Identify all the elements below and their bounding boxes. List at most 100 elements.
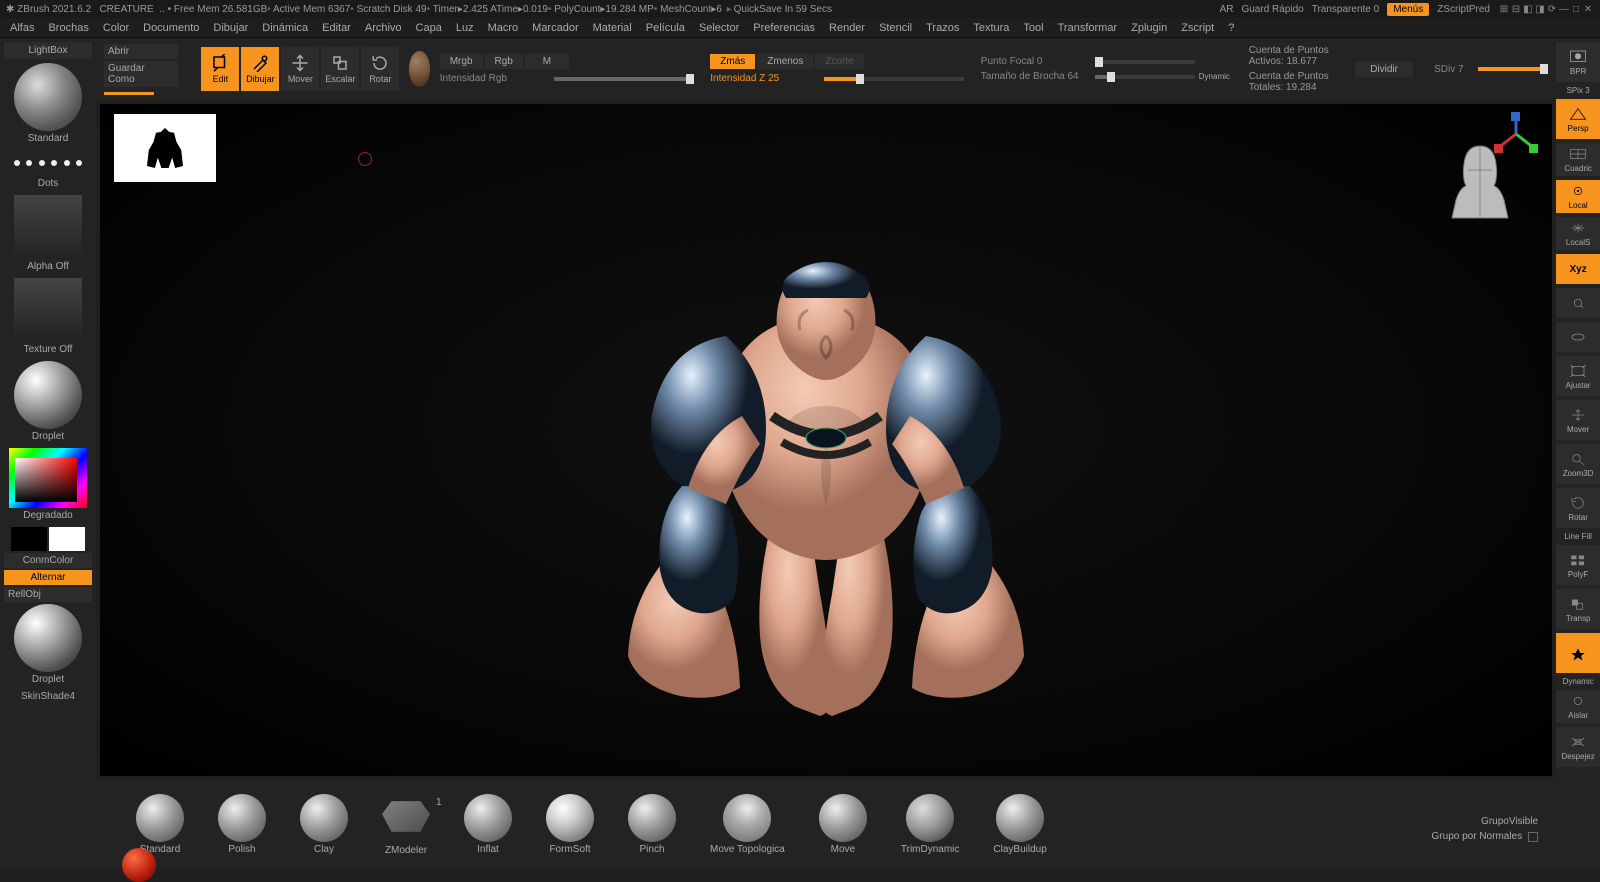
menu-luz[interactable]: Luz xyxy=(456,22,474,34)
transparente-button[interactable]: Transparente 0 xyxy=(1312,4,1379,15)
material-droplet-thumb[interactable] xyxy=(14,361,82,429)
grupo-normales-button[interactable]: Grupo por Normales xyxy=(1432,831,1523,842)
menu-trazos[interactable]: Trazos xyxy=(926,22,959,34)
menu-macro[interactable]: Macro xyxy=(488,22,519,34)
reference-thumb[interactable] xyxy=(114,114,216,182)
brush-move[interactable]: Move xyxy=(819,794,867,855)
color-swatches[interactable] xyxy=(11,527,85,551)
draw-mode-button[interactable]: Dibujar xyxy=(241,47,279,91)
rellobj-button[interactable]: RellObj xyxy=(4,587,92,602)
menu-preferencias[interactable]: Preferencias xyxy=(753,22,815,34)
sdiv-slider[interactable] xyxy=(1478,67,1548,71)
spin-button[interactable] xyxy=(1556,322,1600,352)
focal-slider[interactable] xyxy=(1095,60,1195,64)
zadd-button[interactable]: Zmás xyxy=(710,54,755,69)
alternar-button[interactable]: Alternar xyxy=(4,570,92,585)
menu-brochas[interactable]: Brochas xyxy=(48,22,88,34)
zcut-button[interactable]: Zcorte xyxy=(815,54,863,69)
open-button[interactable]: Abrir xyxy=(104,44,178,59)
color-picker[interactable] xyxy=(9,448,87,508)
menu-alfas[interactable]: Alfas xyxy=(10,22,34,34)
menu-dibujar[interactable]: Dibujar xyxy=(213,22,248,34)
gizmo-rotar-button[interactable]: Rotar xyxy=(1556,488,1600,528)
q-button[interactable] xyxy=(1556,288,1600,318)
rgb-intensity-slider[interactable] xyxy=(554,77,694,81)
rgb-button[interactable]: Rgb xyxy=(485,54,523,69)
brush-inflat[interactable]: Inflat xyxy=(464,794,512,855)
menu-material[interactable]: Material xyxy=(593,22,632,34)
menu-editar[interactable]: Editar xyxy=(322,22,351,34)
persp-button[interactable]: Persp xyxy=(1556,99,1600,139)
cuadric-button[interactable]: Cuadric xyxy=(1556,143,1600,176)
menu-stencil[interactable]: Stencil xyxy=(879,22,912,34)
brush-standard-thumb[interactable] xyxy=(14,63,82,131)
menu-marcador[interactable]: Marcador xyxy=(532,22,578,34)
grupovisible-button[interactable]: GrupoVisible xyxy=(1481,816,1538,827)
ajustar-button[interactable]: Ajustar xyxy=(1556,356,1600,396)
locals-button[interactable]: LocalS xyxy=(1556,217,1600,250)
window-icons[interactable]: ⊞⊟◧◨⟳—□✕ xyxy=(1498,4,1594,15)
mrgb-button[interactable]: Mrgb xyxy=(440,54,483,69)
material2-thumb[interactable] xyxy=(14,604,82,672)
dynamic-label[interactable]: Dynamic xyxy=(1199,72,1230,81)
menu-selector[interactable]: Selector xyxy=(699,22,739,34)
brush-trimdynamic[interactable]: TrimDynamic xyxy=(901,794,960,855)
brush-pinch[interactable]: Pinch xyxy=(628,794,676,855)
z-intensity-slider[interactable] xyxy=(824,77,964,81)
menu-?[interactable]: ? xyxy=(1228,22,1234,34)
active-material-swatch[interactable] xyxy=(409,51,429,87)
viewport[interactable] xyxy=(100,104,1552,776)
transp-button[interactable]: Transp xyxy=(1556,589,1600,629)
brush-standard[interactable]: Standard xyxy=(136,794,184,855)
lightbox-button[interactable]: LightBox xyxy=(4,42,92,59)
menu-tool[interactable]: Tool xyxy=(1023,22,1043,34)
rotate-mode-button[interactable]: Rotar xyxy=(361,47,399,91)
brush-polish[interactable]: Polish xyxy=(218,794,266,855)
brush-clay[interactable]: Clay xyxy=(300,794,348,855)
project-slider[interactable] xyxy=(104,92,154,95)
matcap-red-thumb[interactable] xyxy=(122,848,156,882)
conmcolor-button[interactable]: ConmColor xyxy=(4,553,92,568)
brush-zmodeler[interactable]: 1ZModeler xyxy=(382,793,430,856)
brush-formsoft[interactable]: FormSoft xyxy=(546,794,594,855)
scale-mode-button[interactable]: Escalar xyxy=(321,47,359,91)
zoom3d-button[interactable]: Zoom3D xyxy=(1556,444,1600,484)
zscriptpred-button[interactable]: ZScriptPred xyxy=(1437,4,1490,15)
menus-toggle[interactable]: Menús xyxy=(1387,3,1429,16)
move-mode-button[interactable]: Mover xyxy=(281,47,319,91)
menu-textura[interactable]: Textura xyxy=(973,22,1009,34)
brush-size-slider[interactable] xyxy=(1095,75,1195,79)
texture-thumb[interactable] xyxy=(14,278,82,342)
zsub-button[interactable]: Zmenos xyxy=(757,54,813,69)
saveas-button[interactable]: Guardar Como xyxy=(104,61,178,87)
grupo-normales-check[interactable] xyxy=(1528,832,1538,842)
bpr-button[interactable]: BPR xyxy=(1556,42,1600,82)
menu-zscript[interactable]: Zscript xyxy=(1181,22,1214,34)
aislar-button[interactable]: Aislar xyxy=(1556,690,1600,723)
stroke-dots-thumb[interactable] xyxy=(14,150,82,176)
nav-head-gizmo[interactable] xyxy=(1448,140,1512,220)
local-button[interactable]: Local xyxy=(1556,180,1600,213)
guard-rapido-button[interactable]: Guard Rápido xyxy=(1241,4,1303,15)
brush-move-topologica[interactable]: Move Topologica xyxy=(710,794,785,855)
alpha-thumb[interactable] xyxy=(14,195,82,259)
menu-archivo[interactable]: Archivo xyxy=(365,22,402,34)
polyf-button[interactable]: PolyF xyxy=(1556,545,1600,585)
edit-mode-button[interactable]: Edit xyxy=(201,47,239,91)
divide-button[interactable]: Dividir xyxy=(1355,62,1413,77)
brush-claybuildup[interactable]: ClayBuildup xyxy=(993,794,1046,855)
gizmo-mover-button[interactable]: Mover xyxy=(1556,400,1600,440)
menu-capa[interactable]: Capa xyxy=(416,22,442,34)
m-button[interactable]: M xyxy=(525,54,569,69)
menu-color[interactable]: Color xyxy=(103,22,129,34)
solo-custom-button[interactable] xyxy=(1556,633,1600,673)
creature-mesh[interactable] xyxy=(576,206,1076,726)
spix-label[interactable]: SPix 3 xyxy=(1567,86,1590,95)
menu-render[interactable]: Render xyxy=(829,22,865,34)
menu-transformar[interactable]: Transformar xyxy=(1058,22,1118,34)
menu-documento[interactable]: Documento xyxy=(143,22,199,34)
ar-button[interactable]: AR xyxy=(1220,4,1234,15)
despejez-button[interactable]: Despejez xyxy=(1556,727,1600,767)
menu-película[interactable]: Película xyxy=(646,22,685,34)
menu-zplugin[interactable]: Zplugin xyxy=(1131,22,1167,34)
